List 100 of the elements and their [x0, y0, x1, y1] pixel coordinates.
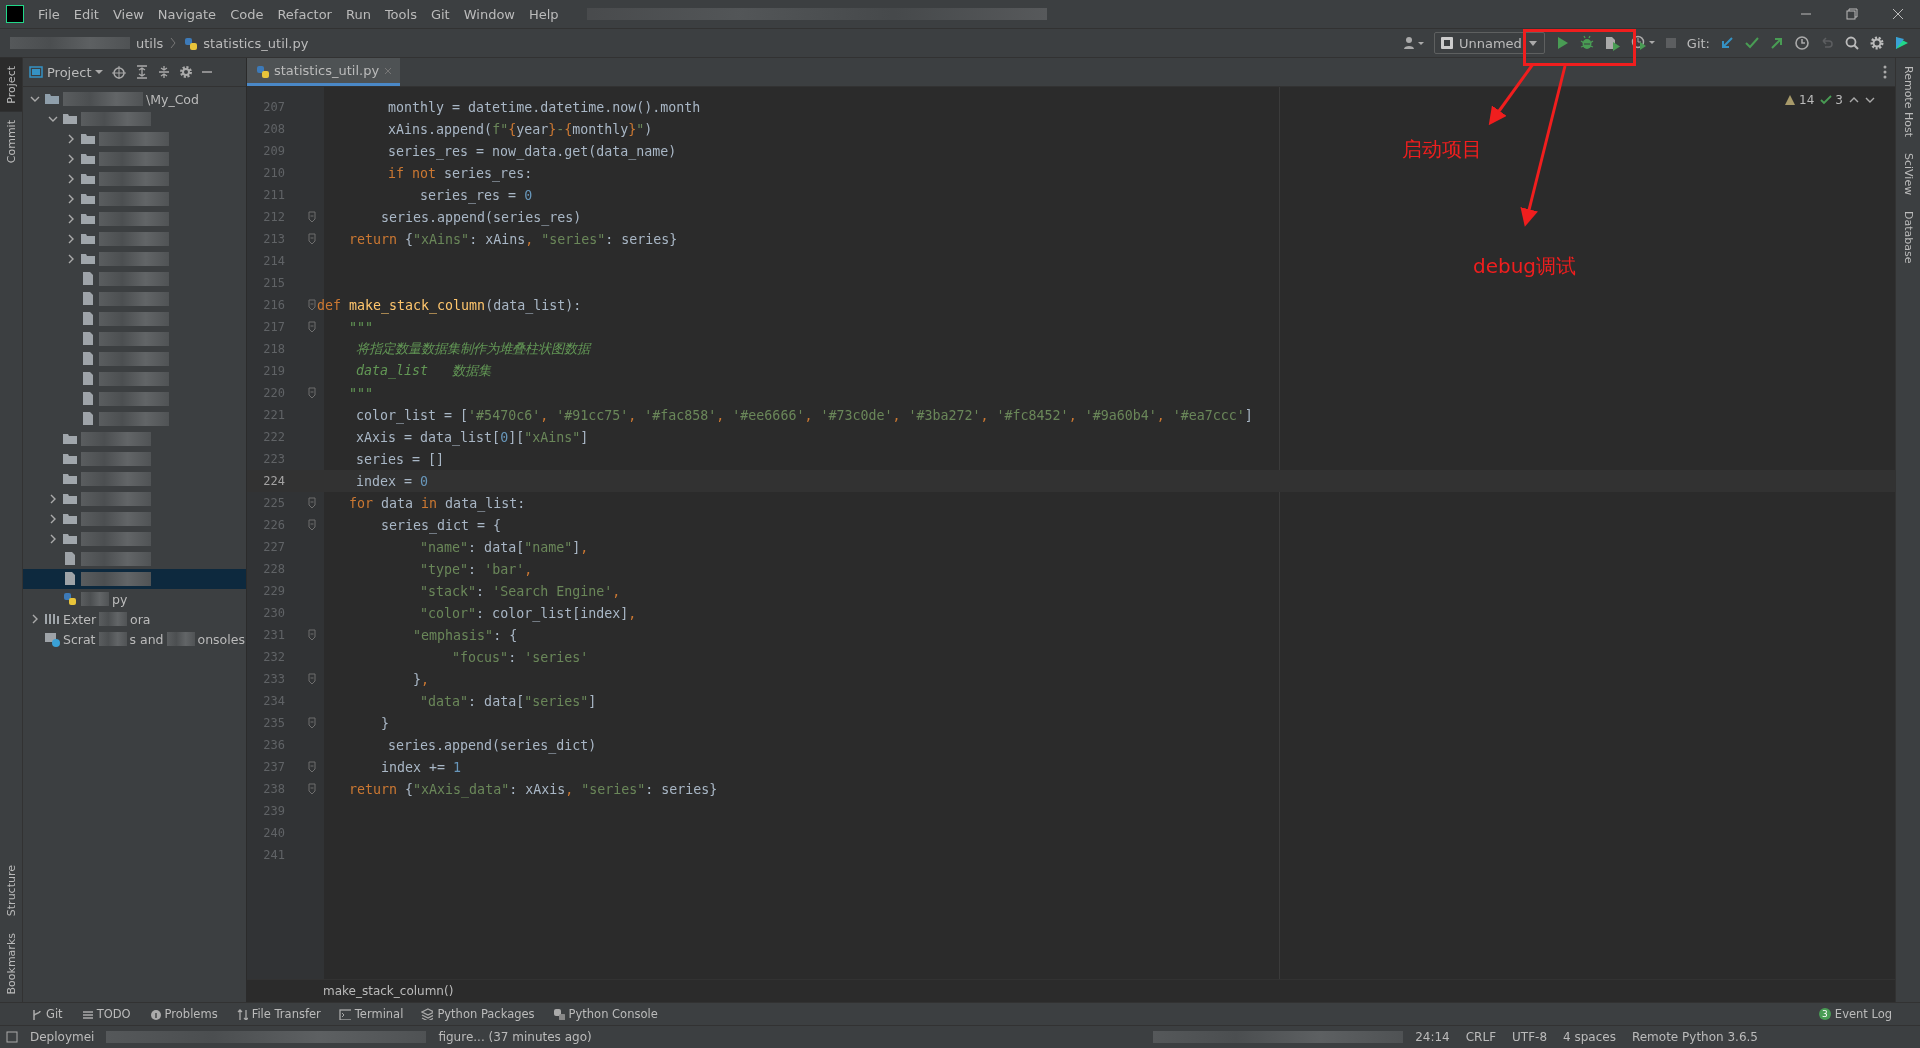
- tree-row[interactable]: Scrat s and onsoles: [23, 629, 246, 649]
- event-log-button[interactable]: 3 Event Log: [1818, 1007, 1892, 1021]
- tree-label: Exter: [63, 611, 97, 627]
- project-view-dropdown[interactable]: Project: [29, 64, 104, 80]
- status-item[interactable]: 24:14: [1411, 1030, 1454, 1044]
- count-badge: 3: [1818, 1008, 1831, 1020]
- tool-window-tab[interactable]: Project: [0, 58, 22, 112]
- fold-icon[interactable]: [307, 387, 317, 399]
- python-icon: [552, 1008, 565, 1020]
- push-arrow-icon[interactable]: [1769, 35, 1785, 51]
- menu-item[interactable]: Refactor: [271, 6, 338, 22]
- expand-all-icon[interactable]: [135, 65, 150, 79]
- tool-window-button[interactable]: Git: [30, 1007, 63, 1021]
- tool-window-button[interactable]: Problems: [148, 1007, 218, 1021]
- more-icon[interactable]: [1883, 65, 1887, 79]
- tree-row[interactable]: \My_Cod: [23, 89, 246, 109]
- status-text: Deploymei: [29, 1030, 96, 1044]
- folder-icon: [80, 171, 96, 187]
- user-icon[interactable]: [1402, 36, 1425, 50]
- locate-icon[interactable]: [111, 65, 128, 79]
- fold-icon[interactable]: [307, 717, 317, 729]
- terminal-icon: [338, 1008, 351, 1020]
- folder-icon: [80, 131, 96, 147]
- status-item[interactable]: CRLF: [1461, 1030, 1501, 1044]
- tool-window-tab[interactable]: Commit: [0, 111, 22, 171]
- tool-window-button[interactable]: TODO: [80, 1007, 131, 1021]
- profiler-icon[interactable]: [1630, 35, 1655, 51]
- menu-item[interactable]: Code: [224, 6, 270, 22]
- code-line: index = 0: [355, 473, 429, 489]
- menu-item[interactable]: Navigate: [151, 6, 223, 22]
- folder-icon: [62, 451, 78, 467]
- collapse-all-icon[interactable]: [157, 65, 172, 79]
- tree-row[interactable]: Exter ora: [23, 609, 246, 629]
- django-icon: [1440, 37, 1453, 49]
- editor-tab[interactable]: statistics_util.py: [247, 58, 401, 86]
- code-line: series_res = 0: [419, 187, 533, 203]
- settings-icon[interactable]: [179, 65, 194, 79]
- file-icon: [80, 311, 96, 327]
- checkmark-icon[interactable]: [1744, 35, 1760, 51]
- menu-item[interactable]: File: [32, 6, 66, 22]
- blurred-label: [99, 292, 169, 306]
- folder-icon: [62, 471, 78, 487]
- menu-item[interactable]: View: [106, 6, 150, 22]
- ide-logo-icon[interactable]: [1894, 35, 1910, 51]
- tree-label: s and: [129, 631, 164, 647]
- tool-window-button[interactable]: Python Packages: [421, 1007, 535, 1021]
- fold-icon[interactable]: [307, 299, 317, 311]
- code-line: monthly = datetime.datetime.now().month: [387, 99, 701, 115]
- fold-icon[interactable]: [307, 321, 317, 333]
- tool-window-tab[interactable]: SciView: [1896, 145, 1920, 204]
- tool-window-button[interactable]: Terminal: [338, 1007, 404, 1021]
- tree-row[interactable]: py: [23, 589, 246, 609]
- fold-icon[interactable]: [307, 673, 317, 685]
- menu-item[interactable]: Window: [457, 6, 521, 22]
- tool-window-tab[interactable]: Structure: [0, 857, 22, 925]
- fold-icon[interactable]: [307, 761, 317, 773]
- panel-icon[interactable]: [6, 1031, 18, 1043]
- breadcrumb-item[interactable]: utils: [136, 35, 164, 51]
- fold-icon[interactable]: [307, 233, 317, 245]
- menu-item[interactable]: Run: [339, 6, 377, 22]
- restore-icon[interactable]: [1846, 8, 1858, 20]
- fold-icon[interactable]: [307, 211, 317, 223]
- bug-icon[interactable]: [1578, 35, 1595, 51]
- history-icon[interactable]: [1794, 35, 1810, 51]
- fold-icon[interactable]: [307, 783, 317, 795]
- run-configuration-dropdown[interactable]: Unnamed: [1433, 32, 1545, 54]
- tool-window-button[interactable]: File Transfer: [235, 1007, 321, 1021]
- blurred-label: [81, 532, 151, 546]
- menu-item[interactable]: Git: [424, 6, 456, 22]
- tool-window-button[interactable]: Python Console: [552, 1007, 658, 1021]
- status-item[interactable]: Remote Python 3.6.5: [1627, 1030, 1762, 1044]
- tool-window-tab[interactable]: Database: [1896, 203, 1920, 272]
- fold-icon[interactable]: [307, 497, 317, 509]
- close-icon[interactable]: [1892, 8, 1904, 20]
- code-line: if not series_res:: [387, 165, 533, 181]
- menu-item[interactable]: Help: [523, 6, 565, 22]
- fold-icon[interactable]: [307, 519, 317, 531]
- code-line: series.append(series_res): [380, 209, 582, 225]
- tool-window-tab[interactable]: Bookmarks: [0, 924, 22, 1002]
- menu-item[interactable]: Tools: [378, 6, 423, 22]
- status-item[interactable]: 4 spaces: [1559, 1030, 1620, 1044]
- blurred-label: [99, 232, 169, 246]
- folder-icon: [62, 511, 78, 527]
- blurred-label: [99, 312, 169, 326]
- status-item[interactable]: UTF-8: [1508, 1030, 1552, 1044]
- blurred-label: [81, 452, 151, 466]
- menu-item[interactable]: Edit: [67, 6, 105, 22]
- blurred-label: [81, 552, 151, 566]
- tool-window-tab[interactable]: Remote Host: [1896, 58, 1920, 145]
- search-icon[interactable]: [1844, 35, 1860, 51]
- breadcrumb-item[interactable]: statistics_util.py: [203, 35, 309, 51]
- settings-icon[interactable]: [1869, 35, 1885, 51]
- tree-row[interactable]: [23, 569, 246, 589]
- update-arrow-icon[interactable]: [1719, 35, 1735, 51]
- file-icon: [80, 411, 96, 427]
- file-icon: [80, 371, 96, 387]
- fold-icon[interactable]: [307, 629, 317, 641]
- code-line: return {"xAxis_data": xAxis, "series": series}: [348, 781, 718, 797]
- folder-icon: [62, 431, 78, 447]
- coverage-icon[interactable]: [1603, 35, 1622, 51]
